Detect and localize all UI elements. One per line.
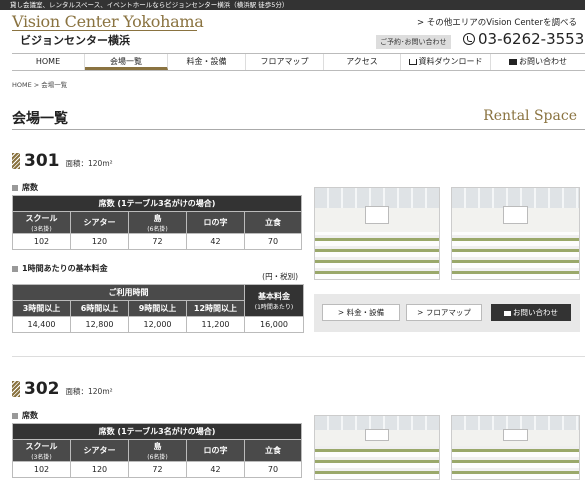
price-value: 14,400	[12, 316, 71, 333]
phone-text: 03-6262-3553	[478, 30, 585, 48]
page-title: 会場一覧	[12, 111, 68, 127]
seat-value: 42	[186, 233, 245, 250]
nav-home[interactable]: HOME	[12, 54, 85, 70]
room-photo[interactable]	[451, 187, 580, 280]
room-302-heading: 302 面積：120m²	[12, 379, 113, 399]
price-col: 12時間以上	[186, 300, 245, 317]
bullet-square-icon	[12, 265, 18, 272]
nav-download[interactable]: 資料ダウンロード	[401, 54, 491, 70]
seats-heading: 席数	[12, 182, 38, 193]
room-photo[interactable]	[314, 187, 440, 280]
price-value: 16,000	[244, 316, 304, 333]
seat-col-school: スクール (3名掛)	[12, 439, 71, 462]
seat-value: 72	[128, 233, 187, 250]
nav-download-label: 資料ダウンロード	[418, 57, 483, 66]
price-col: 9時間以上	[128, 300, 187, 317]
price-value: 11,200	[186, 316, 245, 333]
room-actions: > 料金・設備 > フロアマップ お問い合わせ	[314, 294, 580, 332]
nav-access[interactable]: アクセス	[324, 54, 401, 70]
logo-english[interactable]: Vision Center Yokohama	[12, 12, 204, 31]
chevron-right-icon: >	[417, 308, 426, 317]
room-area: 面積：120m²	[65, 159, 113, 168]
price-col: 3時間以上	[12, 300, 71, 317]
logo-underline	[12, 30, 197, 31]
seat-value: 42	[186, 461, 245, 478]
room-area: 面積：120m²	[65, 387, 113, 396]
nav-venue-list-label: 会場一覧	[110, 57, 142, 66]
seat-value: 70	[243, 233, 303, 250]
seat-col-school: スクール (3名掛)	[12, 211, 71, 234]
room-photo[interactable]	[314, 415, 440, 480]
nav-venue-list[interactable]: 会場一覧	[85, 54, 168, 70]
seat-value: 120	[70, 233, 129, 250]
nav-access-label: アクセス	[346, 57, 378, 66]
bullet-square-icon	[12, 184, 18, 191]
bullet-square-icon	[12, 412, 18, 419]
seat-col-theater: シアター	[70, 439, 129, 462]
room-301-heading: 301 面積：120m²	[12, 151, 113, 171]
nav-pricing-label: 料金・設備	[186, 57, 227, 66]
seat-col-island: 島 (6名掛)	[128, 439, 187, 462]
price-value: 12,800	[70, 316, 129, 333]
seats-heading-label: 席数	[22, 411, 38, 420]
price-heading-label: 1時間あたりの基本料金	[22, 264, 108, 273]
heading-bars-icon	[12, 381, 20, 397]
seats-heading: 席数	[12, 410, 38, 421]
nav-floormap-label: フロアマップ	[260, 57, 309, 66]
seats-table: 席数 (1テーブル3名がけの場合) スクール (3名掛) シアター 島 (6名掛) …	[11, 423, 303, 478]
price-table: ご利用時間 基本料金 (1時間あたり) 3時間以上 6時間以上 9時間以上 12時…	[12, 284, 304, 333]
download-icon	[408, 58, 417, 65]
contact-button[interactable]: お問い合わせ	[491, 304, 571, 321]
contact-badge: ご予約･お問い合わせ	[376, 35, 451, 49]
seats-table-title: 席数 (1テーブル3名がけの場合)	[11, 423, 303, 440]
price-unit-note: (円・税別)	[262, 272, 298, 281]
room-photo[interactable]	[451, 415, 580, 480]
room-number: 301	[24, 151, 60, 171]
phone-number[interactable]: 03-6262-3553	[463, 30, 584, 48]
nav-contact[interactable]: お問い合わせ	[491, 54, 585, 70]
nav-pricing[interactable]: 料金・設備	[168, 54, 246, 70]
seat-value: 102	[12, 233, 71, 250]
seat-col-theater: シアター	[70, 211, 129, 234]
seat-value: 102	[12, 461, 71, 478]
equipment-button[interactable]: > 料金・設備	[322, 304, 400, 321]
seat-value: 72	[128, 461, 187, 478]
seat-col-standing: 立食	[243, 211, 303, 234]
nav-floormap[interactable]: フロアマップ	[246, 54, 324, 70]
seats-table: 席数 (1テーブル3名がけの場合) スクール (3名掛) シアター 島 (6名掛) …	[11, 195, 303, 250]
seat-col-island: 島 (6名掛)	[128, 211, 187, 234]
seats-table-title: 席数 (1テーブル3名がけの場合)	[11, 195, 303, 212]
global-nav: HOME 会場一覧 料金・設備 フロアマップ アクセス 資料ダウンロード お問い…	[12, 53, 585, 71]
other-area-link[interactable]: > その他エリアのVision Centerを調べる	[417, 16, 577, 28]
seat-col-u-shape: ロの字	[186, 439, 245, 462]
mail-icon	[509, 58, 517, 65]
room-number: 302	[24, 379, 60, 399]
seats-heading-label: 席数	[22, 183, 38, 192]
nav-contact-label: お問い合わせ	[519, 57, 567, 66]
seat-col-u-shape: ロの字	[186, 211, 245, 234]
floormap-button[interactable]: > フロアマップ	[406, 304, 482, 321]
mail-icon	[504, 310, 511, 316]
seat-col-standing: 立食	[243, 439, 303, 462]
price-group-title: ご利用時間	[12, 284, 245, 301]
heading-bars-icon	[12, 153, 20, 169]
top-tagline: 貸し会議室、レンタルスペース、イベントホールならビジョンセンター横浜（横浜駅 徒…	[0, 0, 585, 10]
section-divider	[12, 356, 585, 357]
seat-value: 120	[70, 461, 129, 478]
price-col: 6時間以上	[70, 300, 129, 317]
logo-japanese[interactable]: ビジョンセンター横浜	[20, 32, 130, 48]
seat-value: 70	[243, 461, 303, 478]
phone-icon	[463, 33, 475, 45]
page-subtitle: Rental Space	[483, 108, 577, 124]
chevron-right-icon: >	[337, 308, 347, 317]
base-price-header: 基本料金 (1時間あたり)	[244, 284, 304, 317]
breadcrumb: HOME > 会場一覧	[12, 81, 68, 89]
title-rule	[12, 129, 585, 130]
price-value: 12,000	[128, 316, 187, 333]
nav-home-label: HOME	[35, 57, 61, 66]
price-heading: 1時間あたりの基本料金	[12, 263, 108, 274]
